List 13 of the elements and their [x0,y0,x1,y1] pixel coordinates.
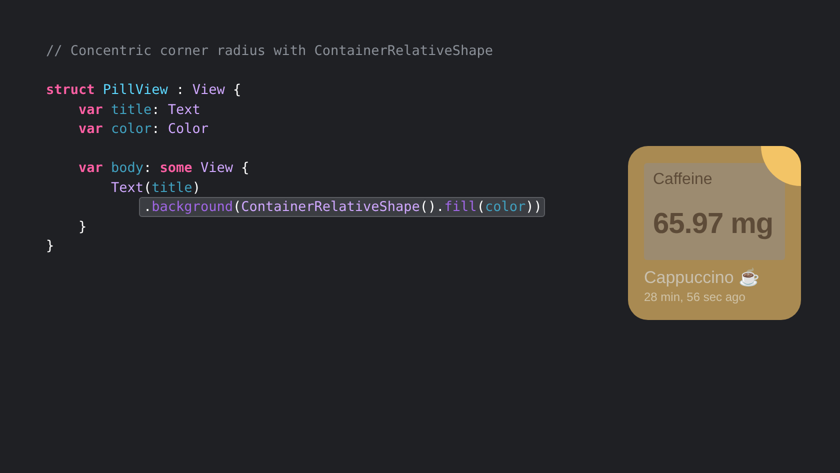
widget-label: Caffeine [653,171,714,189]
code-line: var title: Text [78,100,200,120]
drink-name: Cappuccino ☕ [644,267,761,288]
code-line: var body: some View { [78,159,250,178]
highlighted-code: .background(ContainerRelativeShape().fill(color)) [138,197,545,218]
code-line: } [46,237,54,256]
code-line: } [78,218,87,237]
time-ago: 28 min, 56 sec ago [644,290,746,304]
code-line: // Concentric corner radius with ContainerRelativeShape [46,42,494,61]
code-line: struct PillView : View { [46,81,242,100]
code-line: var color: Color [78,120,209,140]
widget-value: 65.97 mg [653,208,774,241]
code-line: Text(title) [111,178,200,198]
